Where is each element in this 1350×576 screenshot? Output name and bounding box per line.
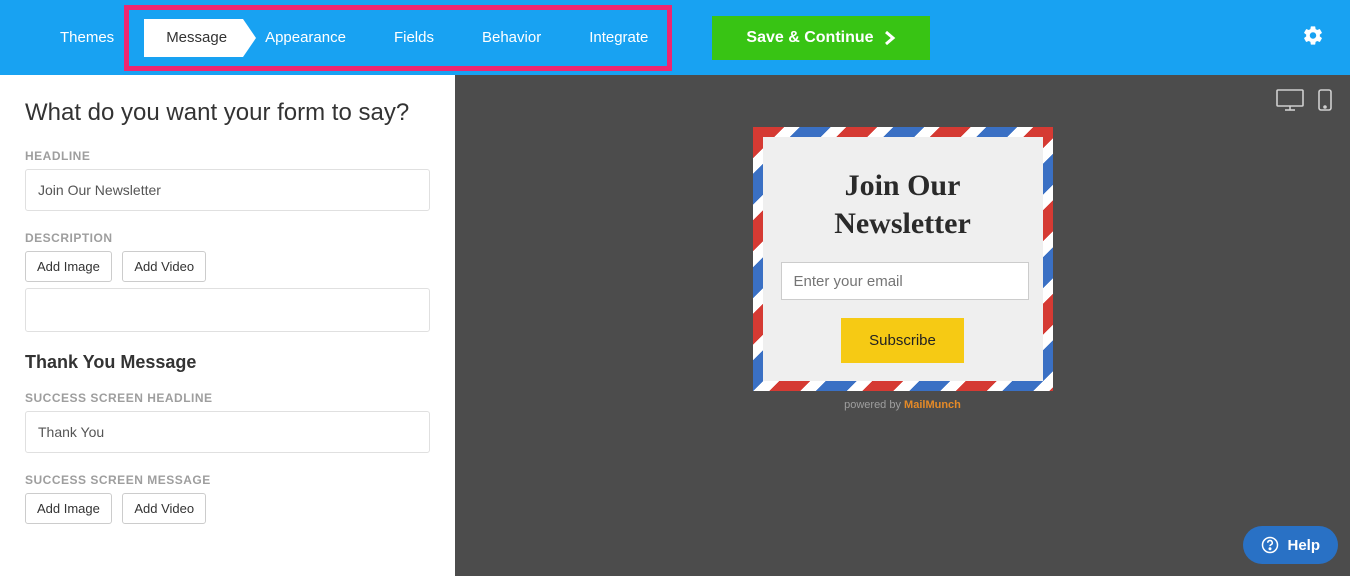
mobile-icon[interactable] bbox=[1318, 89, 1332, 116]
description-label: DESCRIPTION bbox=[25, 231, 430, 245]
gear-icon[interactable] bbox=[1302, 24, 1324, 51]
editor-panel: What do you want your form to say? HEADL… bbox=[0, 75, 455, 576]
success-headline-label: SUCCESS SCREEN HEADLINE bbox=[25, 391, 430, 405]
highlighted-tabs-box: Message Appearance Fields Behavior Integ… bbox=[124, 5, 672, 71]
save-continue-button[interactable]: Save & Continue bbox=[712, 16, 929, 60]
powered-by-brand[interactable]: MailMunch bbox=[904, 399, 961, 411]
headline-input[interactable] bbox=[25, 169, 430, 211]
save-label: Save & Continue bbox=[746, 29, 873, 47]
tab-message[interactable]: Message bbox=[144, 19, 243, 57]
tab-integrate[interactable]: Integrate bbox=[579, 29, 658, 46]
main-area: What do you want your form to say? HEADL… bbox=[0, 75, 1350, 576]
description-editor[interactable] bbox=[25, 288, 430, 332]
preview-card-wrap: Join Our Newsletter Subscribe powered by… bbox=[753, 127, 1053, 576]
add-video-button[interactable]: Add Video bbox=[122, 251, 206, 282]
tab-themes[interactable]: Themes bbox=[50, 29, 124, 46]
preview-title-line2: Newsletter bbox=[834, 207, 971, 240]
preview-email-input[interactable] bbox=[781, 262, 1029, 300]
success-message-toolbar: Add Image Add Video bbox=[25, 493, 430, 530]
powered-by: powered by MailMunch bbox=[753, 399, 1053, 411]
preview-title-line1: Join Our bbox=[845, 169, 961, 202]
top-toolbar: Themes Message Appearance Fields Behavio… bbox=[0, 0, 1350, 75]
page-title: What do you want your form to say? bbox=[25, 99, 430, 127]
desktop-icon[interactable] bbox=[1276, 89, 1304, 116]
thank-you-heading: Thank You Message bbox=[25, 352, 430, 373]
description-toolbar: Add Image Add Video bbox=[25, 251, 430, 288]
powered-by-text: powered by bbox=[844, 399, 904, 411]
add-image-button-2[interactable]: Add Image bbox=[25, 493, 112, 524]
add-video-button-2[interactable]: Add Video bbox=[122, 493, 206, 524]
headline-label: HEADLINE bbox=[25, 149, 430, 163]
device-toggle bbox=[1276, 89, 1332, 116]
tab-appearance[interactable]: Appearance bbox=[255, 29, 356, 46]
help-icon bbox=[1261, 536, 1279, 554]
help-label: Help bbox=[1287, 537, 1320, 554]
tab-behavior[interactable]: Behavior bbox=[472, 29, 551, 46]
success-message-label: SUCCESS SCREEN MESSAGE bbox=[25, 473, 430, 487]
preview-title: Join Our Newsletter bbox=[781, 167, 1025, 242]
preview-subscribe-button[interactable]: Subscribe bbox=[841, 318, 964, 363]
tab-fields[interactable]: Fields bbox=[384, 29, 444, 46]
success-headline-input[interactable] bbox=[25, 411, 430, 453]
chevron-right-icon bbox=[884, 31, 896, 45]
add-image-button[interactable]: Add Image bbox=[25, 251, 112, 282]
preview-panel: Join Our Newsletter Subscribe powered by… bbox=[455, 75, 1350, 576]
help-button[interactable]: Help bbox=[1243, 526, 1338, 564]
preview-card: Join Our Newsletter Subscribe bbox=[753, 127, 1053, 391]
